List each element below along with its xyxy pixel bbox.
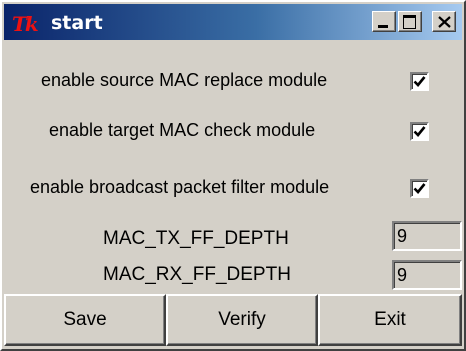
- save-button[interactable]: Save: [4, 294, 166, 346]
- source-mac-replace-checkbox[interactable]: [410, 72, 429, 91]
- option-row-broadcast-filter: enable broadcast packet filter module: [4, 173, 462, 203]
- options-panel: enable source MAC replace module enable …: [4, 42, 462, 294]
- maximize-icon: [403, 15, 416, 29]
- tx-depth-input[interactable]: 9: [392, 221, 462, 251]
- close-button[interactable]: [432, 11, 456, 32]
- checkmark-icon: [413, 76, 426, 87]
- title-bar[interactable]: Tk start: [4, 4, 462, 40]
- app-window: Tk start enable source MAC replace modul…: [0, 0, 466, 351]
- checkmark-icon: [413, 126, 426, 137]
- exit-button[interactable]: Exit: [318, 294, 462, 346]
- rx-depth-input[interactable]: 9: [392, 260, 462, 290]
- option-label: enable broadcast packet filter module: [30, 177, 330, 197]
- option-row-target-mac: enable target MAC check module: [4, 116, 462, 146]
- checkmark-icon: [413, 183, 426, 194]
- target-mac-check-checkbox[interactable]: [410, 122, 429, 141]
- maximize-button[interactable]: [398, 11, 422, 32]
- button-bar: Save Verify Exit: [4, 294, 462, 348]
- option-row-source-mac: enable source MAC replace module: [4, 66, 462, 96]
- tx-depth-label: MAC_TX_FF_DEPTH: [103, 228, 289, 249]
- verify-button[interactable]: Verify: [166, 294, 318, 346]
- window-title: start: [51, 12, 103, 34]
- broadcast-filter-checkbox[interactable]: [410, 179, 429, 198]
- minimize-icon: [378, 25, 388, 28]
- option-label: enable target MAC check module: [49, 120, 316, 140]
- rx-depth-label: MAC_RX_FF_DEPTH: [103, 264, 291, 285]
- tk-logo-icon: Tk: [12, 12, 39, 36]
- option-label: enable source MAC replace module: [41, 70, 328, 90]
- close-icon: [438, 16, 451, 28]
- minimize-button[interactable]: [372, 11, 396, 32]
